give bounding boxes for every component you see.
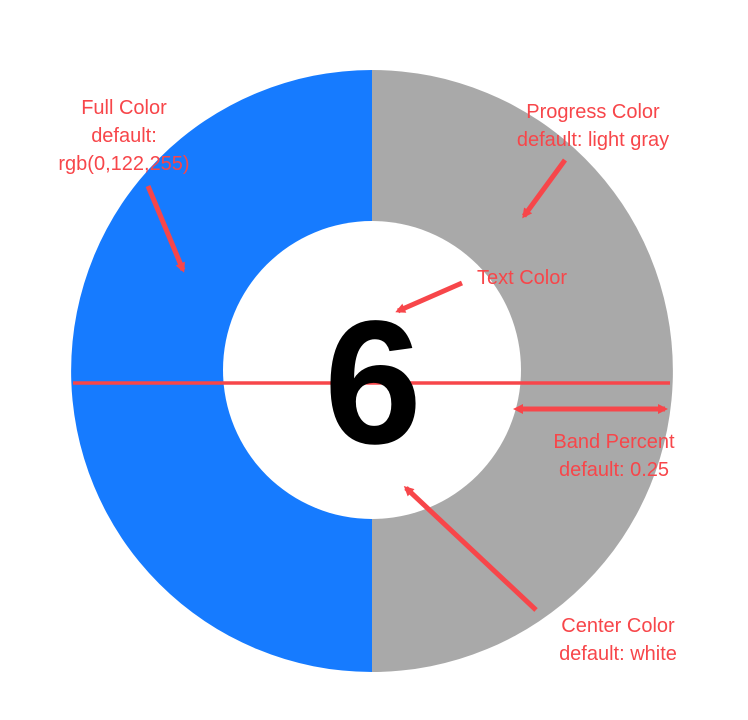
- full-color-title: Full Color: [81, 97, 167, 119]
- center-color-default: default: white: [559, 643, 677, 665]
- band-percent-default: default: 0.25: [558, 459, 670, 481]
- band-percent-title: Band Percent: [553, 431, 675, 453]
- progress-color-label: Progress Color default: light gray: [498, 98, 688, 154]
- center-color-label: Center Color default: white: [544, 612, 692, 668]
- band-percent-label: Band Percent default: 0.25: [536, 428, 692, 484]
- full-color-value: rgb(0,122,255): [58, 153, 190, 175]
- ring-diagram: 6 Full Color default: rgb(0,122,255) Pro…: [0, 0, 748, 720]
- center-color-title: Center Color: [561, 615, 675, 637]
- text-color-label: Text Color: [463, 264, 581, 292]
- progress-color-default: default: light gray: [516, 129, 670, 151]
- progress-color-title: Progress Color: [526, 101, 660, 123]
- full-color-default: default:: [91, 125, 157, 147]
- text-color-title: Text Color: [476, 267, 568, 289]
- full-color-label: Full Color default: rgb(0,122,255): [42, 94, 206, 178]
- center-number: 6: [324, 285, 422, 481]
